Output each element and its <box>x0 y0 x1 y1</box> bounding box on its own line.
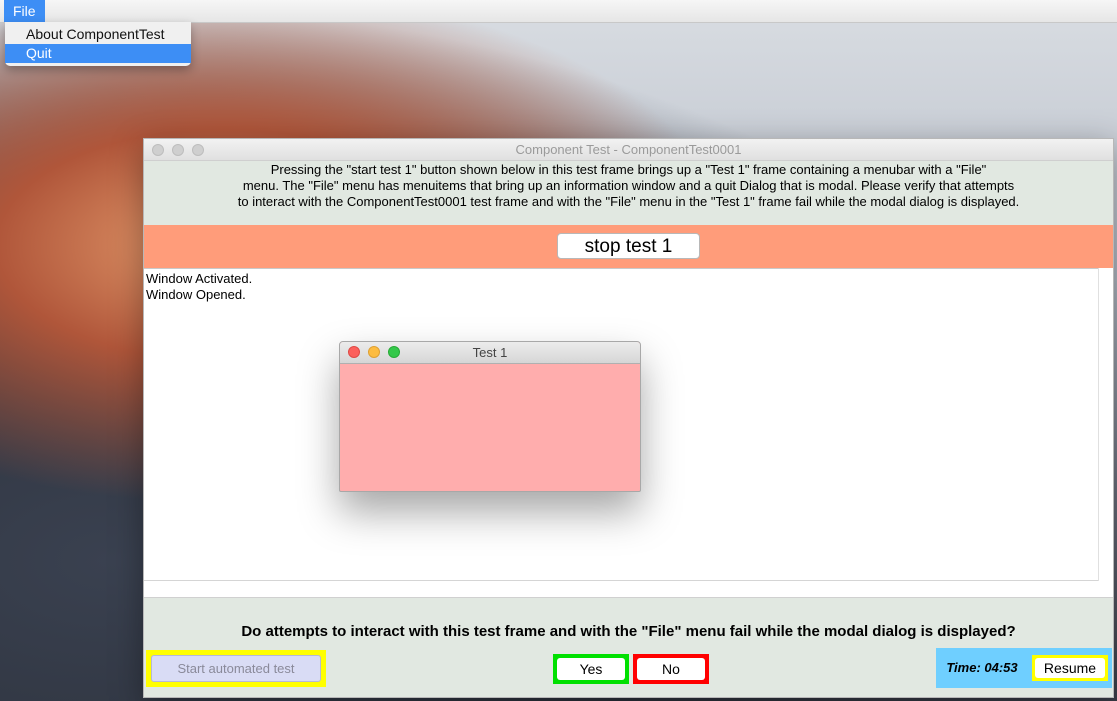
yes-highlight: Yes <box>553 654 629 684</box>
start-automated-test-button[interactable]: Start automated test <box>151 655 321 682</box>
instruction-line: Pressing the "start test 1" button shown… <box>270 162 987 177</box>
instruction-line: menu. The "File" menu has menuitems that… <box>242 178 1015 193</box>
close-icon[interactable] <box>152 144 164 156</box>
no-button[interactable]: No <box>637 658 705 680</box>
time-display: Time: 04:53 <box>936 648 1028 688</box>
zoom-icon[interactable] <box>388 346 400 358</box>
log-line: Window Activated. <box>146 271 253 286</box>
test1-titlebar[interactable]: Test 1 <box>340 342 640 364</box>
menubar: File <box>0 0 1117 23</box>
menu-item-about[interactable]: About ComponentTest <box>5 25 191 44</box>
menu-item-quit[interactable]: Quit <box>5 44 191 63</box>
test1-window: Test 1 <box>339 341 641 492</box>
no-highlight: No <box>633 654 709 684</box>
test1-title: Test 1 <box>472 345 508 360</box>
log-line: Window Opened. <box>146 287 246 302</box>
stop-test-button[interactable]: stop test 1 <box>557 233 700 259</box>
auto-test-highlight: Start automated test <box>146 650 326 687</box>
instructions-text: Pressing the "start test 1" button shown… <box>144 162 1113 210</box>
zoom-icon[interactable] <box>192 144 204 156</box>
question-text: Do attempts to interact with this test f… <box>241 623 1016 640</box>
resume-button[interactable]: Resume <box>1035 658 1105 678</box>
file-menu[interactable]: File <box>4 0 45 22</box>
minimize-icon[interactable] <box>172 144 184 156</box>
window-title: Component Test - ComponentTest0001 <box>515 142 742 157</box>
control-bar: stop test 1 <box>144 225 1113 268</box>
horizontal-scrollbar[interactable] <box>144 581 1113 598</box>
file-dropdown: About ComponentTest Quit <box>5 22 191 66</box>
resume-highlight: Resume <box>1032 655 1108 681</box>
resume-area: Resume <box>1028 648 1112 688</box>
window-titlebar[interactable]: Component Test - ComponentTest0001 <box>144 139 1113 161</box>
minimize-icon[interactable] <box>368 346 380 358</box>
yes-button[interactable]: Yes <box>557 658 625 680</box>
instruction-line: to interact with the ComponentTest0001 t… <box>237 194 1020 209</box>
close-icon[interactable] <box>348 346 360 358</box>
vertical-scrollbar[interactable] <box>1098 268 1113 581</box>
